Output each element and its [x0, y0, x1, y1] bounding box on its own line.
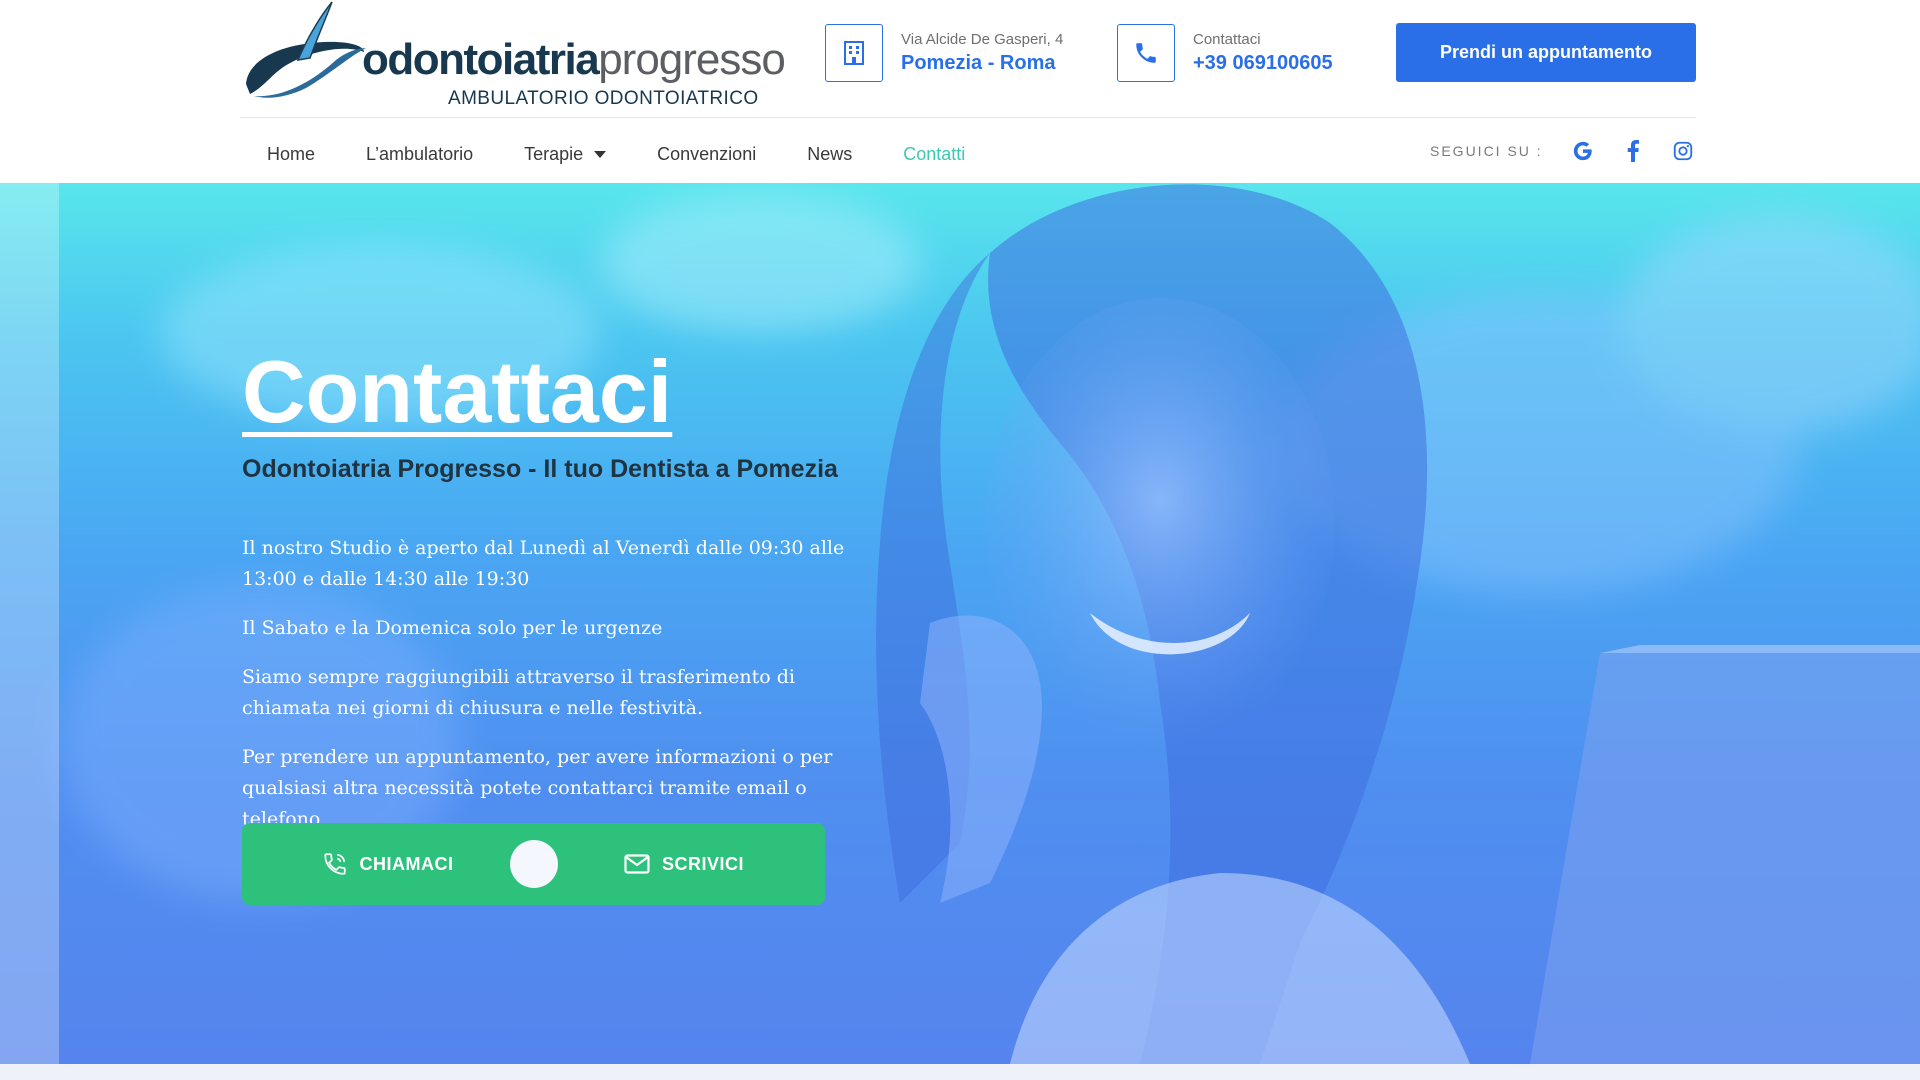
email-button-label: SCRIVICI: [661, 853, 744, 874]
address-street: Via Alcide De Gasperi, 4: [901, 31, 1064, 48]
hero-subtitle: Odontoiatria Progresso - Il tuo Dentista…: [242, 455, 838, 483]
nav-item-contatti[interactable]: Contatti: [903, 144, 965, 165]
logo[interactable]: odontoiatriaprogresso AMBULATORIO ODONTO…: [240, 0, 786, 112]
phone-icon: [1117, 24, 1175, 82]
caret-down-icon: [594, 150, 607, 158]
nav-item-home[interactable]: Home: [267, 144, 315, 165]
nav-item-ambulatorio[interactable]: L’ambulatorio: [366, 144, 473, 165]
contact-button-group: CHIAMACI SCRIVICI: [242, 823, 825, 905]
page-bottom-strip: [0, 1064, 1920, 1080]
call-button-label: CHIAMACI: [359, 853, 454, 874]
book-appointment-button[interactable]: Prendi un appuntamento: [1396, 23, 1696, 82]
contact-label: Contattaci: [1193, 31, 1261, 48]
logo-brand-bold: odontoiatria: [362, 35, 600, 84]
envelope-icon: [624, 854, 650, 874]
facebook-icon[interactable]: [1621, 139, 1645, 163]
building-icon: [825, 24, 883, 82]
address-info: Via Alcide De Gasperi, 4 Pomezia - Roma: [825, 24, 1063, 82]
email-button[interactable]: SCRIVICI: [533, 823, 825, 905]
google-icon[interactable]: [1571, 139, 1595, 163]
phone-info[interactable]: Contattaci +39 069100605: [1117, 24, 1333, 82]
instagram-icon[interactable]: [1671, 139, 1695, 163]
main-nav: Home L’ambulatorio Terapie Convenzioni N…: [240, 141, 1016, 167]
site-header: odontoiatriaprogresso AMBULATORIO ODONTO…: [0, 0, 1920, 183]
separator-dot: [510, 840, 558, 888]
call-forwarding-paragraph: Siamo sempre raggiungibili attraverso il…: [242, 666, 795, 719]
hero-section: Contattaci Odontoiatria Progresso - Il t…: [0, 183, 1920, 1064]
call-button[interactable]: CHIAMACI: [242, 823, 533, 905]
contact-phone-number[interactable]: +39 069100605: [1193, 52, 1333, 75]
logo-subtitle: AMBULATORIO ODONTOIATRICO: [448, 88, 759, 109]
hours-paragraph: Il nostro Studio è aperto dal Lunedì al …: [242, 537, 845, 590]
nav-item-terapie[interactable]: Terapie: [524, 143, 607, 165]
weekend-paragraph: Il Sabato e la Domenica solo per le urge…: [242, 617, 663, 639]
logo-swoosh-icon: [246, 1, 366, 98]
phone-ring-icon: [323, 853, 346, 875]
nav-item-news[interactable]: News: [807, 144, 852, 165]
logo-brand: odontoiatriaprogresso: [362, 35, 786, 84]
logo-brand-light: progresso: [598, 35, 786, 84]
header-divider: [240, 117, 1696, 118]
page-title: Contattaci: [242, 342, 673, 441]
social-links: SEGUICI SU :: [1430, 137, 1721, 165]
nav-item-convenzioni[interactable]: Convenzioni: [657, 144, 756, 165]
hero-left-edge: [0, 183, 59, 1064]
button-separator-circle: [504, 834, 564, 894]
address-city: Pomezia - Roma: [901, 52, 1056, 74]
nav-item-terapie-label: Terapie: [524, 143, 584, 164]
contact-paragraph: Per prendere un appuntamento, per avere …: [242, 746, 833, 830]
social-label: SEGUICI SU :: [1430, 143, 1543, 159]
